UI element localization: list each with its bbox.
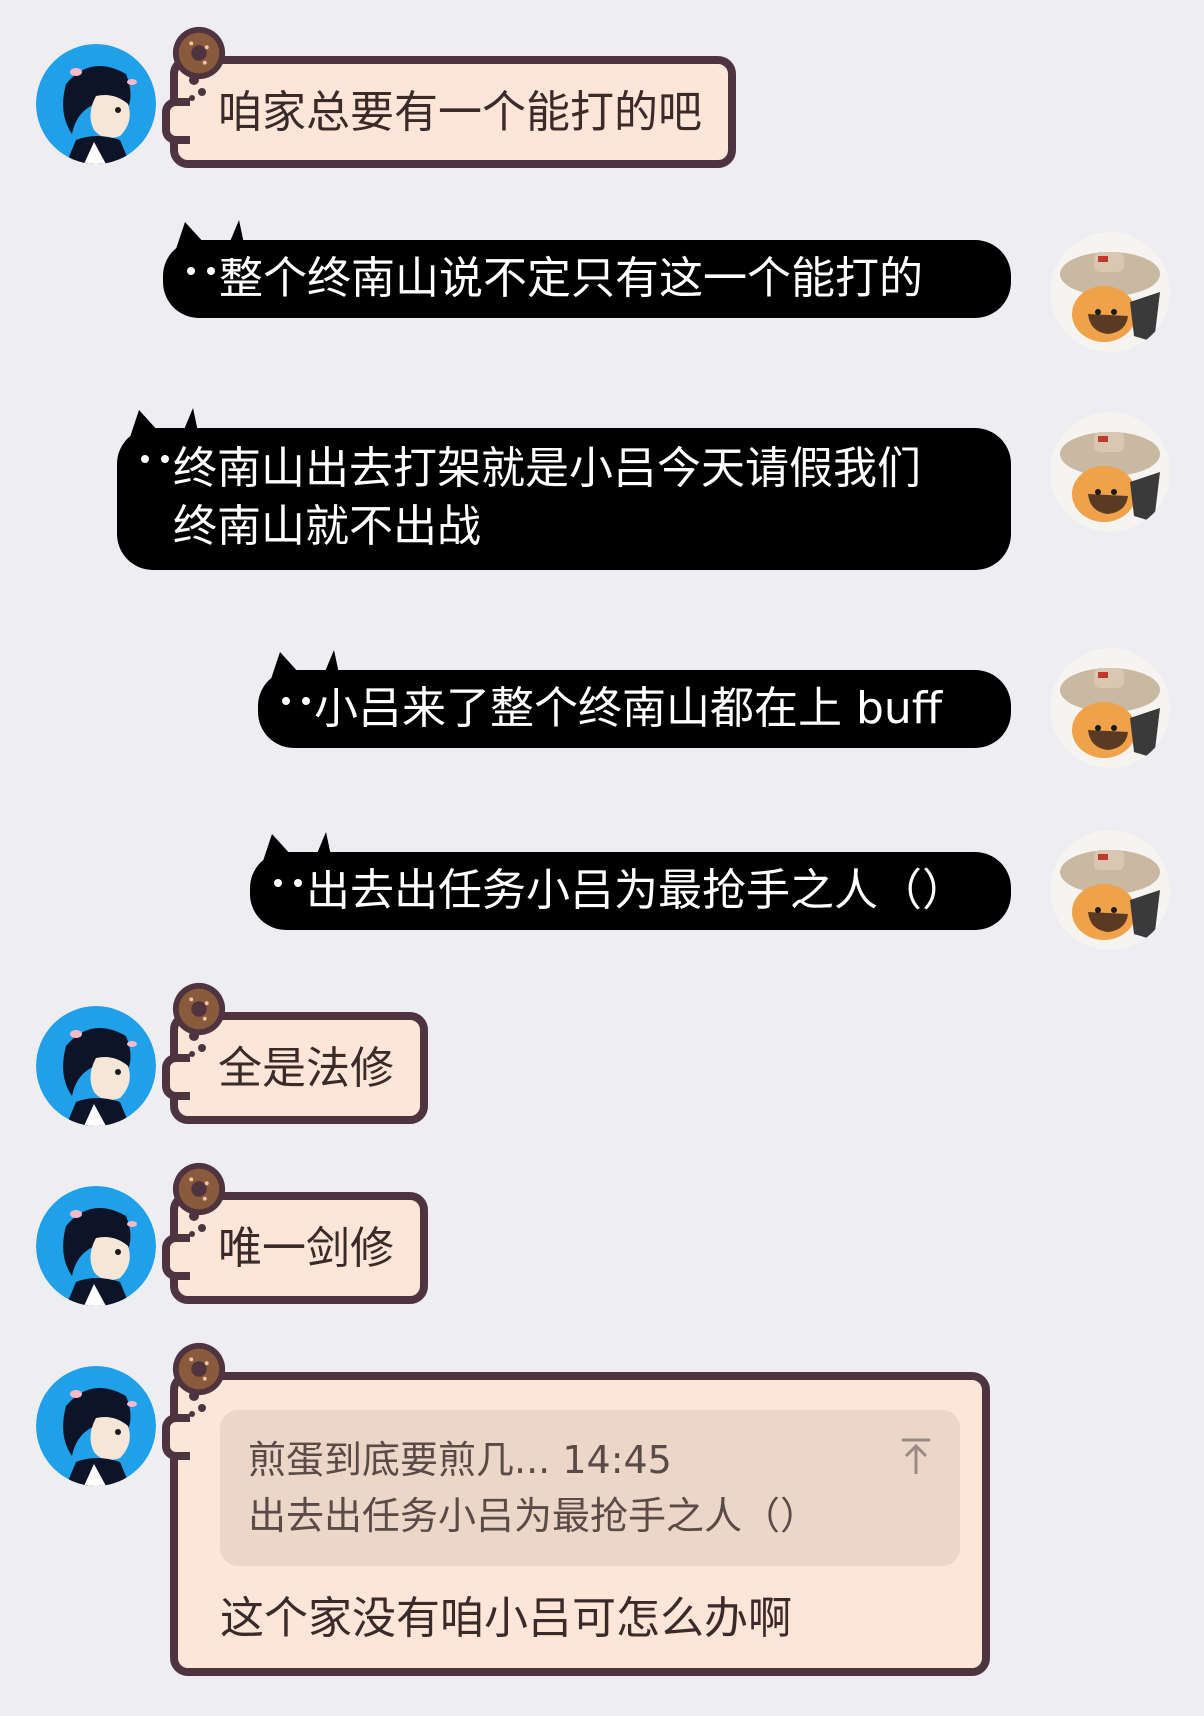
avatar-right[interactable] — [1050, 648, 1170, 768]
avatar-left[interactable] — [36, 44, 156, 164]
pin-top-icon[interactable] — [898, 1436, 934, 1476]
anime-boy-avatar-icon — [36, 1186, 156, 1306]
message-text: 出去出任务小吕为最抢手之人（） — [306, 865, 966, 916]
message-bubble[interactable]: 小吕来了整个终南山都在上 buff — [258, 650, 1011, 748]
anime-boy-avatar-icon — [36, 1366, 156, 1486]
avatar-left[interactable] — [36, 1186, 156, 1306]
dots-icon — [189, 1391, 206, 1417]
cat-with-hat-avatar-icon — [1050, 648, 1170, 768]
message-text: 咱家总要有一个能打的吧 — [218, 87, 702, 138]
cat-with-hat-avatar-icon — [1050, 830, 1170, 950]
message-bubble[interactable]: 整个终南山说不定只有这一个能打的 — [163, 220, 1011, 318]
cat-ears-icon — [173, 220, 247, 258]
message-text-line: 终南山就不出战 — [173, 501, 481, 552]
quote-text: 出去出任务小吕为最抢手之人（） — [248, 1494, 819, 1538]
message-bubble[interactable]: 煎蛋到底要煎几... 14:45 出去出任务小吕为最抢手之人（） 这个家没有咱小… — [162, 1342, 990, 1676]
cat-eyes-icon — [187, 267, 215, 275]
quoted-message[interactable]: 煎蛋到底要煎几... 14:45 出去出任务小吕为最抢手之人（） — [220, 1410, 960, 1566]
cat-with-hat-avatar-icon — [1050, 412, 1170, 532]
cat-ears-icon — [268, 650, 342, 688]
avatar-right[interactable] — [1050, 412, 1170, 532]
cat-eyes-icon — [141, 455, 169, 463]
cat-ears-icon — [127, 408, 201, 446]
quote-header: 煎蛋到底要煎几... 14:45 — [248, 1432, 932, 1488]
avatar-right[interactable] — [1050, 830, 1170, 950]
cat-eyes-icon — [282, 697, 310, 705]
message-bubble[interactable]: 咱家总要有一个能打的吧 — [162, 26, 736, 168]
anime-boy-avatar-icon — [36, 44, 156, 164]
quote-author: 煎蛋到底要煎几... — [248, 1438, 551, 1482]
message-text: 唯一剑修 — [218, 1223, 394, 1274]
dots-icon — [189, 1211, 206, 1237]
message-text: 这个家没有咱小吕可怎么办啊 — [220, 1593, 792, 1644]
message-bubble[interactable]: 出去出任务小吕为最抢手之人（） — [250, 832, 1011, 930]
chat-area: 咱家总要有一个能打的吧 整个终南山说不定只有这一个能打的 终南山出去打架就是小吕… — [0, 0, 1204, 1716]
message-text-line: 终南山出去打架就是小吕今天请假我们 — [173, 443, 921, 494]
avatar-left[interactable] — [36, 1366, 156, 1486]
message-text: 整个终南山说不定只有这一个能打的 — [219, 253, 923, 304]
avatar-right[interactable] — [1050, 232, 1170, 352]
cat-with-hat-avatar-icon — [1050, 232, 1170, 352]
message-bubble[interactable]: 终南山出去打架就是小吕今天请假我们 终南山就不出战 — [117, 408, 1011, 570]
avatar-left[interactable] — [36, 1006, 156, 1126]
dots-icon — [189, 1031, 206, 1057]
cat-eyes-icon — [274, 879, 302, 887]
message-text: 小吕来了整个终南山都在上 buff — [314, 683, 943, 734]
cat-ears-icon — [260, 832, 334, 870]
dots-icon — [189, 75, 206, 101]
quote-time: 14:45 — [562, 1438, 672, 1482]
message-bubble[interactable]: 唯一剑修 — [162, 1162, 428, 1304]
message-text: 全是法修 — [218, 1043, 394, 1094]
anime-boy-avatar-icon — [36, 1006, 156, 1126]
message-bubble[interactable]: 全是法修 — [162, 982, 428, 1124]
